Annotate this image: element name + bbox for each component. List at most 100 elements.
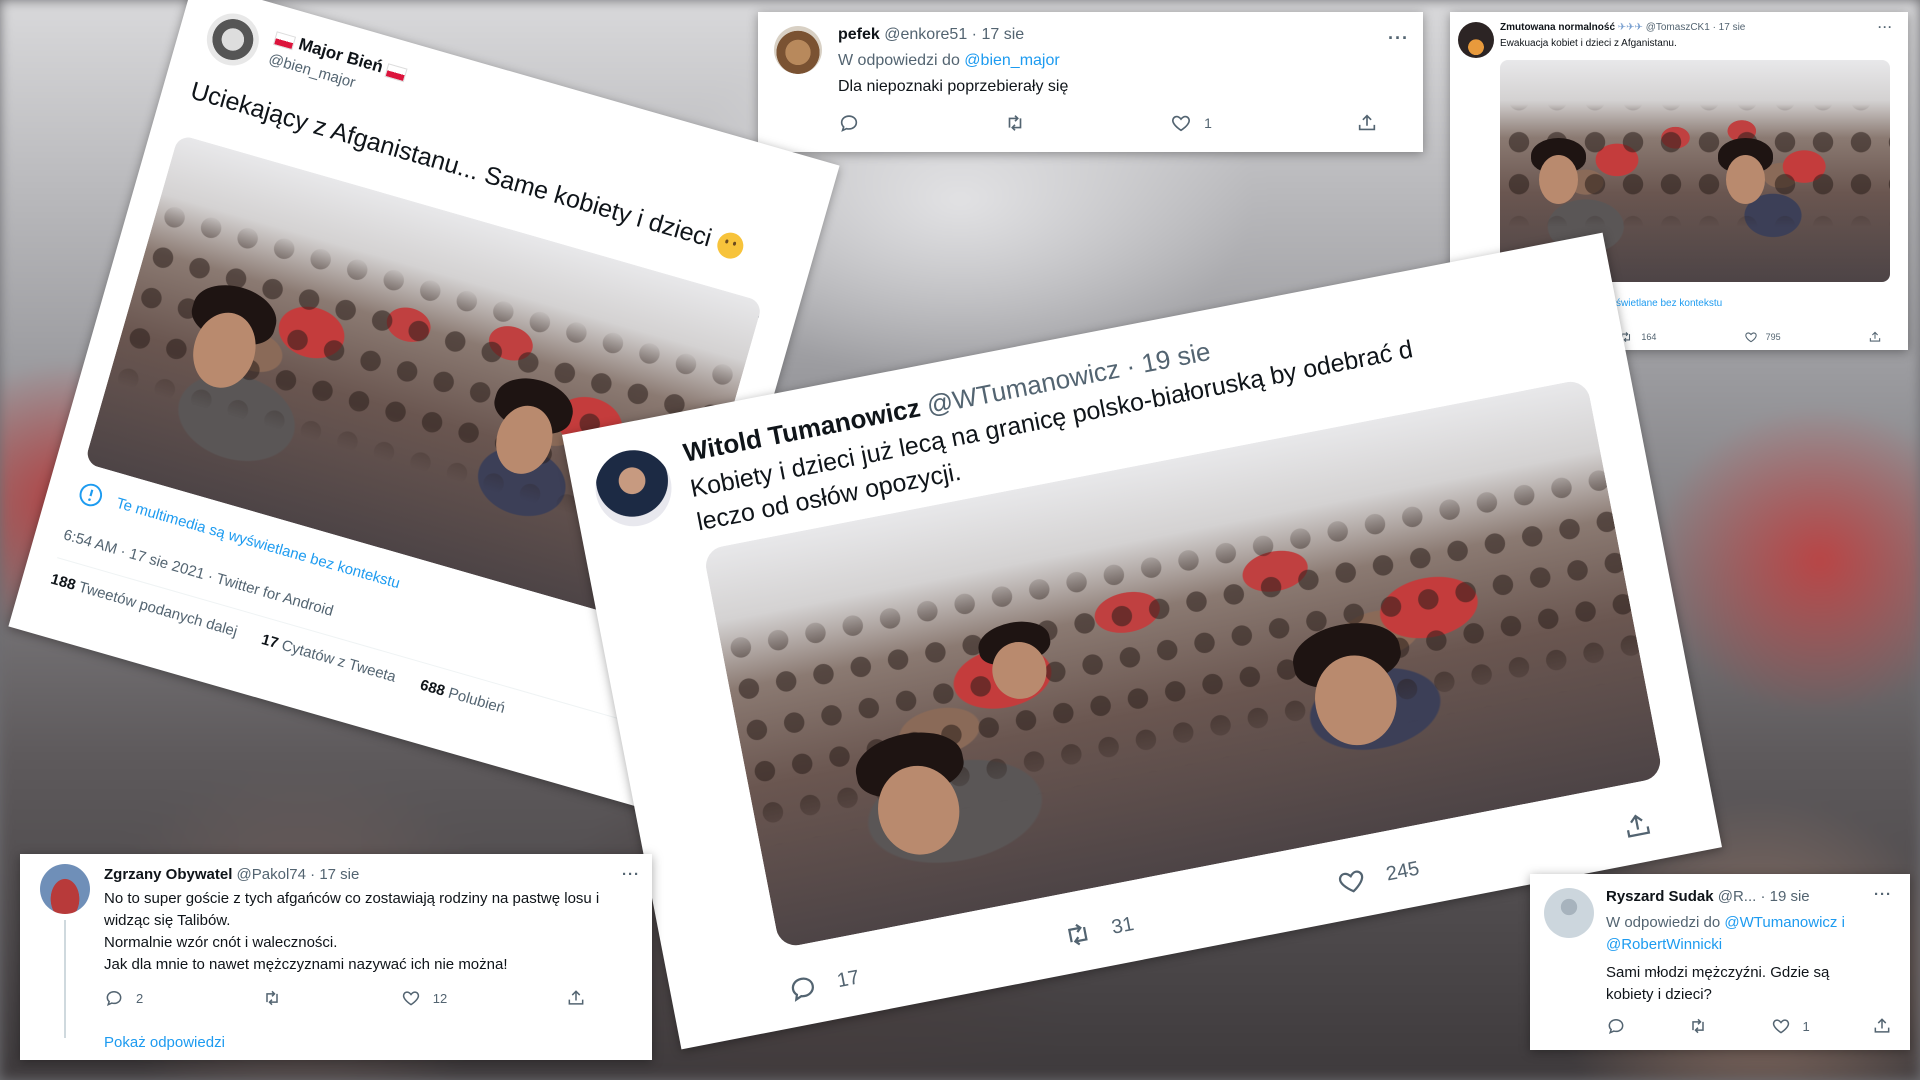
tweet-actions: 1: [1606, 1016, 1892, 1036]
like-count: 245: [1384, 857, 1422, 885]
tweet-text: Ewakuacja kobiet i dzieci z Afganistanu.: [1500, 38, 1677, 49]
heart-icon: [1771, 1016, 1791, 1036]
tweet-text-line: kobiety i dzieci?: [1606, 986, 1712, 1003]
like-count: 12: [432, 990, 448, 1006]
like-button[interactable]: 1: [1170, 112, 1212, 134]
reply-button[interactable]: 2: [104, 988, 143, 1008]
share-button[interactable]: [566, 988, 586, 1008]
retweet-count: 164: [1641, 332, 1657, 342]
retweet-button[interactable]: [262, 988, 282, 1008]
stat-label: Polubień: [446, 684, 508, 718]
reply-button[interactable]: 17: [785, 962, 862, 1005]
share-icon: [1620, 808, 1655, 843]
stat-label: Cytatów z Tweeta: [279, 636, 398, 686]
avatar[interactable]: [774, 26, 822, 74]
like-button[interactable]: 245: [1334, 854, 1422, 899]
reply-prefix: W odpowiedzi do: [838, 52, 960, 69]
thread-line: [64, 920, 66, 1038]
stat-count: 688: [418, 676, 447, 700]
heart-icon: [1170, 112, 1192, 134]
avatar[interactable]: [200, 7, 266, 72]
reply-count: 17: [835, 965, 862, 992]
share-button[interactable]: [1868, 330, 1882, 344]
photo-person-face: [1539, 155, 1578, 205]
author-name[interactable]: Zgrzany Obywatel: [104, 866, 232, 883]
tweet-date[interactable]: · 19 sie: [1123, 336, 1212, 382]
retweet-button[interactable]: 164: [1619, 330, 1656, 344]
share-button[interactable]: [1872, 1016, 1892, 1036]
tweet-text-line: widząc się Talibów.: [104, 912, 231, 929]
info-icon: [75, 479, 107, 511]
more-options-icon[interactable]: ···: [1874, 886, 1892, 903]
stat-quotes[interactable]: 17 Cytatów z Tweeta: [260, 631, 398, 686]
poland-flag-icon: [273, 30, 297, 50]
avatar[interactable]: [1544, 888, 1594, 938]
author-handle[interactable]: @TomaszCK1: [1646, 22, 1710, 33]
reply-to-link[interactable]: @bien_major: [964, 52, 1059, 69]
heart-icon: [401, 988, 421, 1008]
reply-icon: [838, 112, 860, 134]
tweet-date[interactable]: · 19 sie: [1760, 888, 1809, 905]
reply-count: 2: [136, 990, 144, 1006]
reply-icon: [785, 970, 820, 1005]
retweet-icon: [1060, 917, 1095, 952]
avatar[interactable]: [588, 443, 679, 533]
more-options-icon[interactable]: ···: [1388, 28, 1409, 49]
author-name[interactable]: Ryszard Sudak: [1606, 888, 1714, 905]
tweet-text-line: Normalnie wzór cnót i waleczności.: [104, 934, 338, 951]
reply-to-link[interactable]: @WTumanowicz: [1724, 914, 1837, 931]
author-name[interactable]: pefek: [838, 26, 880, 43]
tweet-text-line: No to super goście z tych afgańców co zo…: [104, 890, 600, 907]
like-count: 795: [1765, 332, 1781, 342]
poland-flag-icon: [384, 62, 409, 82]
like-button[interactable]: 795: [1744, 330, 1781, 344]
tweet-date[interactable]: · 17 sie: [972, 26, 1024, 43]
share-button[interactable]: [1356, 112, 1378, 134]
author-name[interactable]: Zmutowana normalność: [1500, 22, 1615, 33]
more-options-icon[interactable]: ···: [622, 866, 640, 883]
thinking-face-icon: [713, 229, 746, 262]
reply-icon: [1606, 1016, 1626, 1036]
tweet-ryszard[interactable]: Ryszard Sudak @R... · 19 sie ··· W odpow…: [1530, 874, 1910, 1050]
author-handle[interactable]: @enkore51: [884, 26, 967, 43]
reply-to-link[interactable]: @RobertWinnicki: [1606, 936, 1722, 953]
tweet-actions: 1: [838, 112, 1378, 134]
reply-prefix: W odpowiedzi do: [1606, 914, 1721, 931]
like-count: 1: [1802, 1018, 1810, 1034]
share-icon: [1356, 112, 1378, 134]
reply-button[interactable]: [1606, 1016, 1626, 1036]
stat-count: 188: [48, 570, 78, 594]
retweet-button[interactable]: 31: [1060, 909, 1137, 952]
tweet-date[interactable]: · 17 sie: [310, 866, 359, 883]
more-options-icon[interactable]: ···: [1878, 20, 1893, 34]
retweet-count: 31: [1109, 912, 1136, 939]
author-handle[interactable]: @Pakol74: [237, 866, 306, 883]
reply-join: i: [1841, 914, 1845, 931]
share-icon: [1868, 330, 1882, 344]
avatar[interactable]: [40, 864, 90, 914]
heart-icon: [1334, 864, 1369, 899]
stat-label: Tweetów podanych dalej: [76, 578, 240, 641]
tweet-zgrzany[interactable]: Zgrzany Obywatel @Pakol74 · 17 sie ··· N…: [20, 854, 652, 1060]
tweet-text: Dla niepoznaki poprzebierały się: [838, 78, 1069, 95]
tweet-actions: 2 12: [104, 988, 586, 1008]
like-button[interactable]: 12: [401, 988, 447, 1008]
reply-icon: [104, 988, 124, 1008]
like-button[interactable]: 1: [1771, 1016, 1810, 1036]
stat-count: 17: [259, 631, 281, 653]
tweet-date: · 17 sie: [1712, 22, 1746, 33]
rocket-emoji-icon: ✈✈✈: [1617, 22, 1643, 33]
share-button[interactable]: [1620, 808, 1655, 843]
tweet-text-line: Sami młodzi mężczyźni. Gdzie są: [1606, 964, 1830, 981]
reply-button[interactable]: [838, 112, 860, 134]
heart-icon: [1744, 330, 1758, 344]
retweet-button[interactable]: [1688, 1016, 1708, 1036]
tweet-pefek[interactable]: pefek @enkore51 · 17 sie ··· W odpowiedz…: [758, 12, 1423, 152]
author-handle[interactable]: @R...: [1718, 888, 1757, 905]
retweet-icon: [1004, 112, 1026, 134]
share-icon: [566, 988, 586, 1008]
show-replies-link[interactable]: Pokaż odpowiedzi: [104, 1034, 225, 1051]
retweet-icon: [262, 988, 282, 1008]
avatar[interactable]: [1458, 22, 1494, 58]
retweet-button[interactable]: [1004, 112, 1026, 134]
